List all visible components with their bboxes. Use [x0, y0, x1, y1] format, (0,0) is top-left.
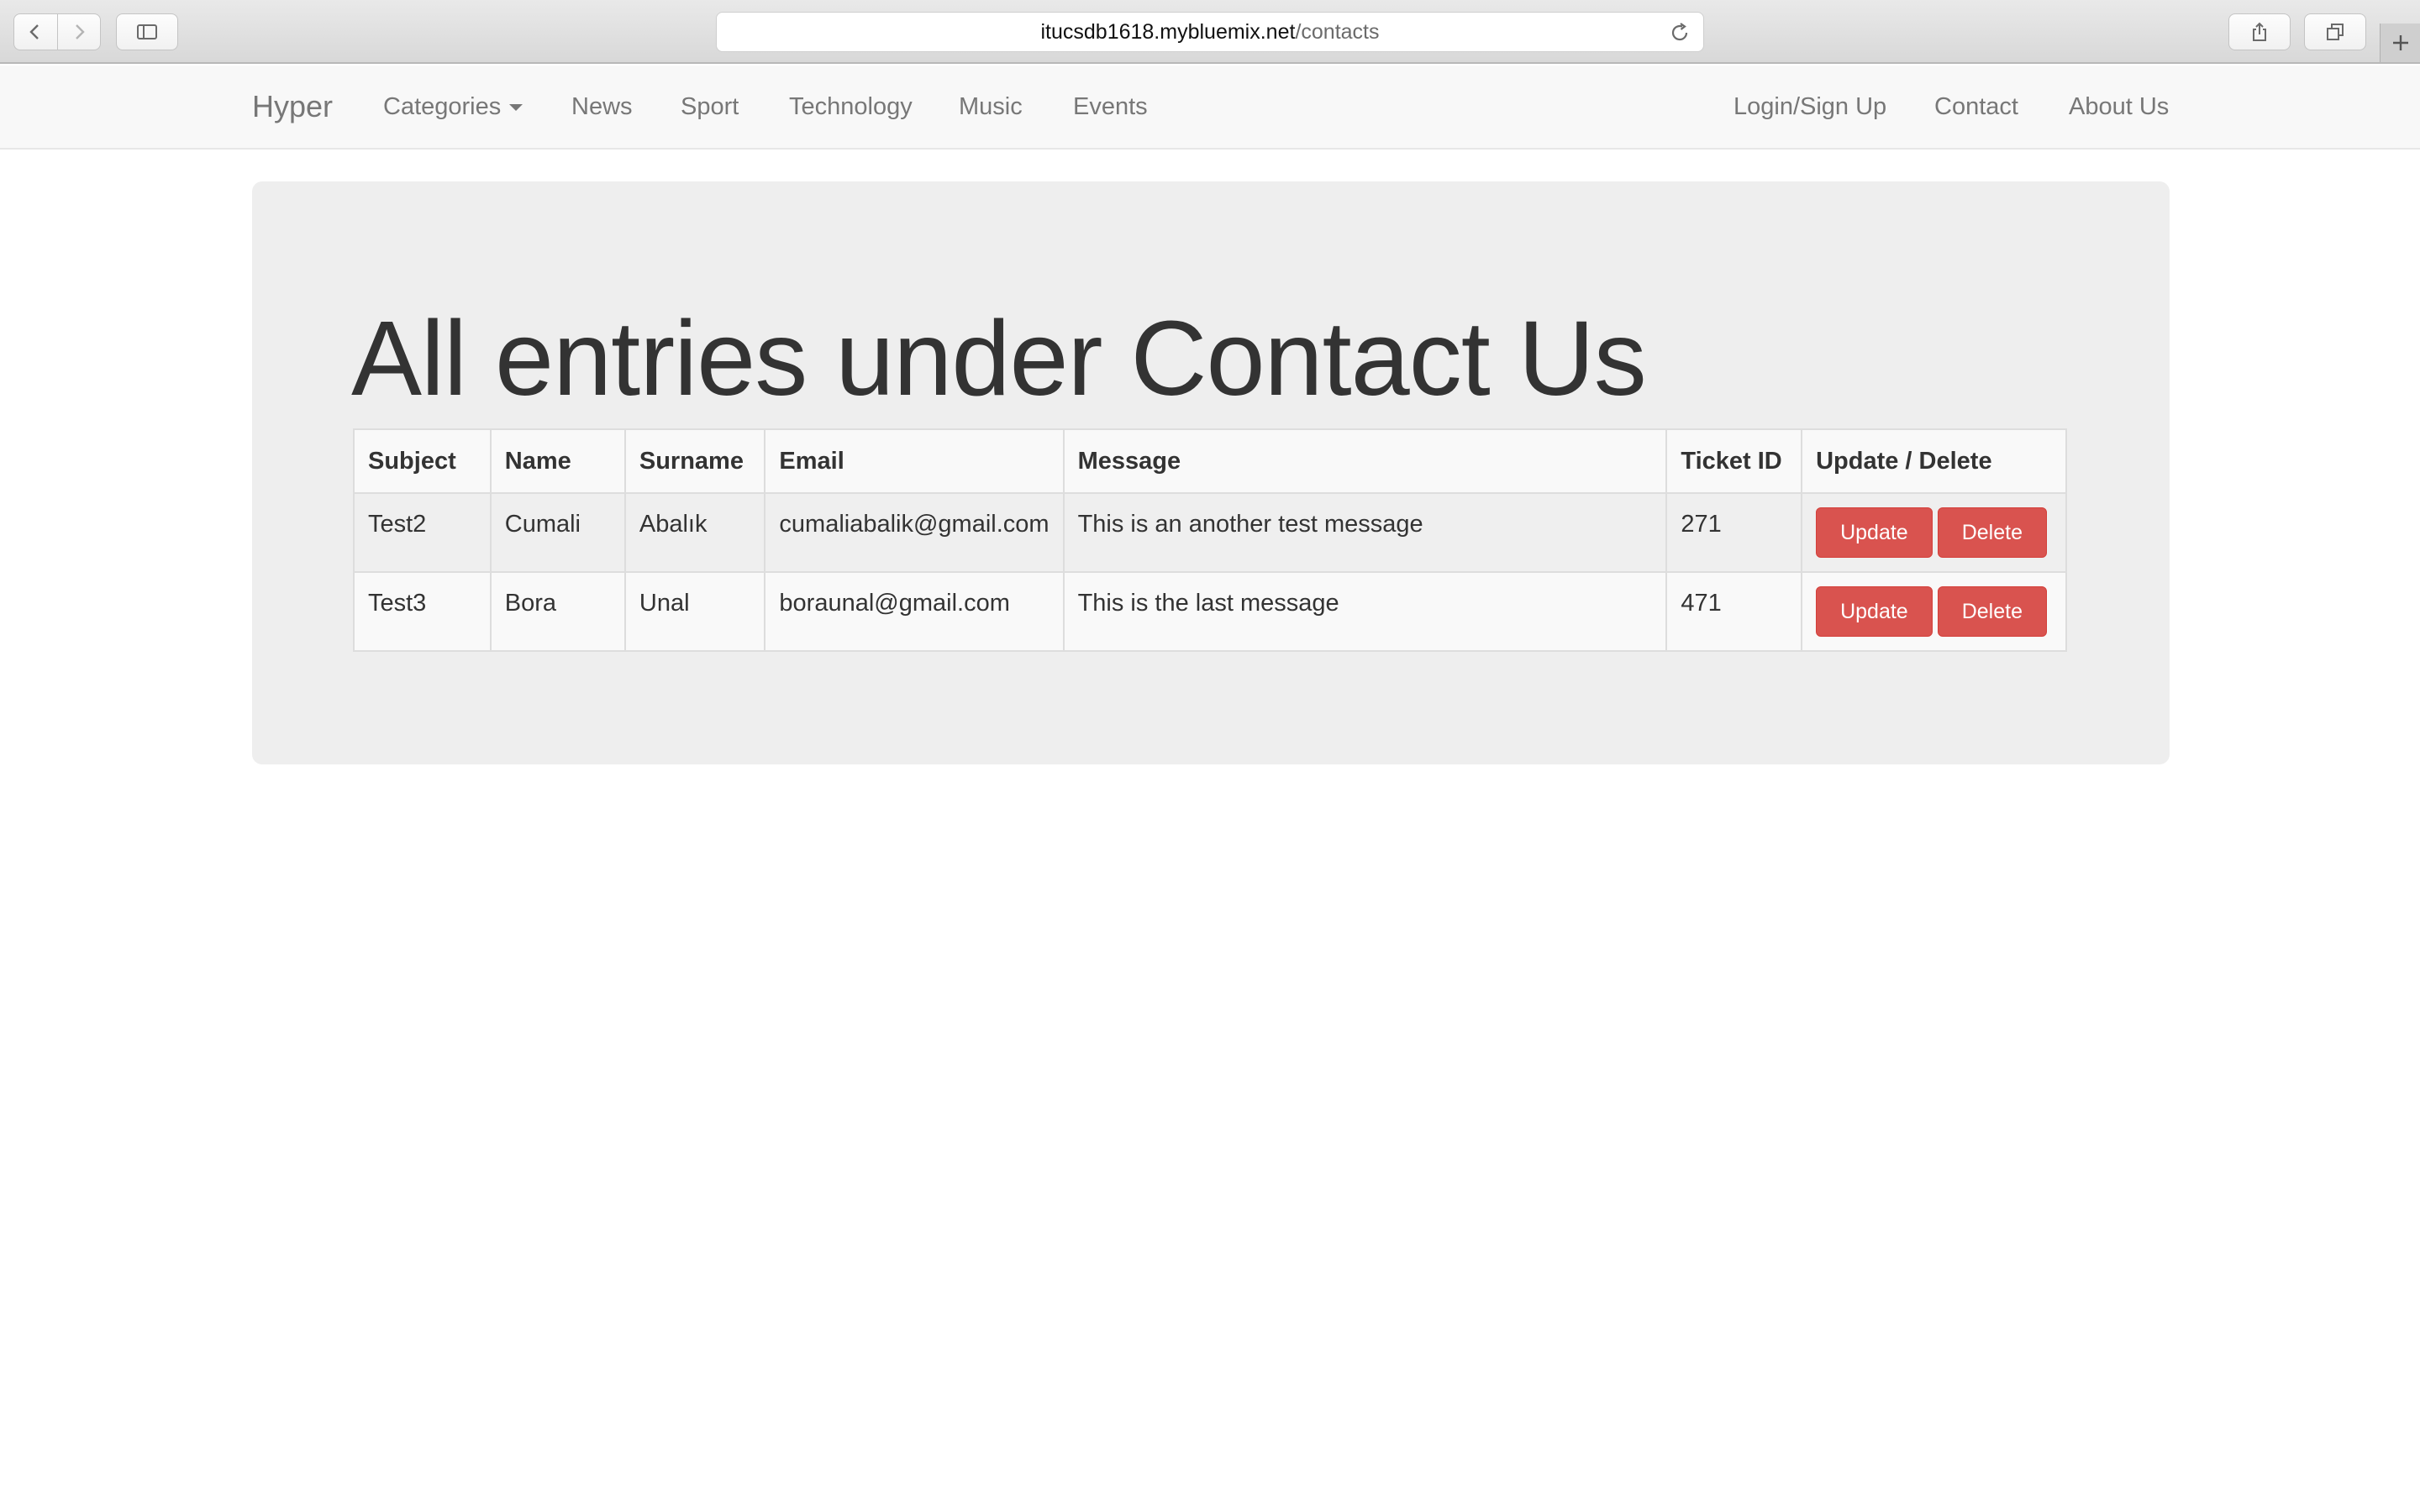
caret-down-icon: [509, 104, 523, 112]
table-header-row: Subject Name Surname Email Message Ticke…: [353, 428, 2067, 494]
address-bar[interactable]: itucsdb1618.mybluemix.net/contacts: [716, 12, 1704, 52]
share-icon: [2253, 22, 2266, 41]
column-header: Name: [489, 428, 626, 494]
browser-toolbar: itucsdb1618.mybluemix.net/contacts: [0, 0, 2420, 64]
nav-categories-label: Categories: [383, 93, 502, 120]
column-header: Message: [1062, 428, 1668, 494]
sidebar-button[interactable]: [116, 13, 178, 50]
nav-technology[interactable]: Technology: [789, 66, 913, 148]
column-header: Update / Delete: [1801, 428, 2067, 494]
tabs-icon: [2327, 24, 2344, 40]
delete-button[interactable]: Delete: [1937, 507, 2047, 558]
forward-button[interactable]: [56, 14, 101, 50]
cell-message: This is an another test message: [1062, 492, 1668, 573]
nav-login[interactable]: Login/Sign Up: [1733, 66, 1886, 148]
brand-link[interactable]: Hyper: [252, 66, 333, 148]
update-button[interactable]: Update: [1816, 586, 1933, 637]
nav-music[interactable]: Music: [959, 66, 1023, 148]
nav-categories-dropdown[interactable]: Categories: [383, 66, 523, 148]
cell-name: Bora: [489, 571, 626, 652]
cell-ticket-id: 471: [1665, 571, 1803, 652]
column-header: Email: [764, 428, 1065, 494]
cell-message: This is the last message: [1062, 571, 1668, 652]
page-title: All entries under Contact Us: [351, 299, 1647, 417]
nav-news[interactable]: News: [571, 66, 633, 148]
chevron-left-icon: [29, 24, 39, 39]
cell-actions: Update Delete: [1801, 492, 2067, 573]
back-button[interactable]: [14, 14, 57, 50]
url-host: itucsdb1618.mybluemix.net: [1040, 19, 1296, 44]
update-button[interactable]: Update: [1816, 507, 1933, 558]
cell-ticket-id: 271: [1665, 492, 1803, 573]
cell-actions: Update Delete: [1801, 571, 2067, 652]
share-button[interactable]: [2228, 13, 2291, 50]
column-header: Subject: [353, 428, 492, 494]
column-header: Ticket ID: [1665, 428, 1803, 494]
chevron-right-icon: [75, 24, 85, 39]
cell-email: boraunal@gmail.com: [764, 571, 1065, 652]
contacts-panel: All entries under Contact Us Subject Nam…: [252, 181, 2170, 764]
plus-icon: [2392, 35, 2408, 50]
table-row: Test2 Cumali Abalık cumaliabalik@gmail.c…: [353, 492, 2067, 573]
cell-surname: Unal: [623, 571, 766, 652]
reload-icon[interactable]: [1668, 21, 1691, 45]
cell-email: cumaliabalik@gmail.com: [764, 492, 1065, 573]
contacts-table: Subject Name Surname Email Message Ticke…: [353, 428, 2067, 652]
tabs-overview-button[interactable]: [2304, 13, 2366, 50]
nav-sport[interactable]: Sport: [681, 66, 739, 148]
column-header: Surname: [623, 428, 766, 494]
site-navbar: Hyper Categories News Sport Technology M…: [0, 66, 2420, 150]
cell-name: Cumali: [489, 492, 626, 573]
cell-surname: Abalık: [623, 492, 766, 573]
table-row: Test3 Bora Unal boraunal@gmail.com This …: [353, 571, 2067, 652]
new-tab-button[interactable]: [2380, 24, 2420, 62]
url-path: /contacts: [1295, 19, 1380, 44]
nav-contact[interactable]: Contact: [1934, 66, 2018, 148]
cell-subject: Test3: [353, 571, 492, 652]
nav-events[interactable]: Events: [1073, 66, 1148, 148]
history-nav-group: [13, 13, 101, 50]
delete-button[interactable]: Delete: [1937, 586, 2047, 637]
nav-about[interactable]: About Us: [2069, 66, 2169, 148]
cell-subject: Test2: [353, 492, 492, 573]
sidebar-icon: [137, 24, 157, 39]
